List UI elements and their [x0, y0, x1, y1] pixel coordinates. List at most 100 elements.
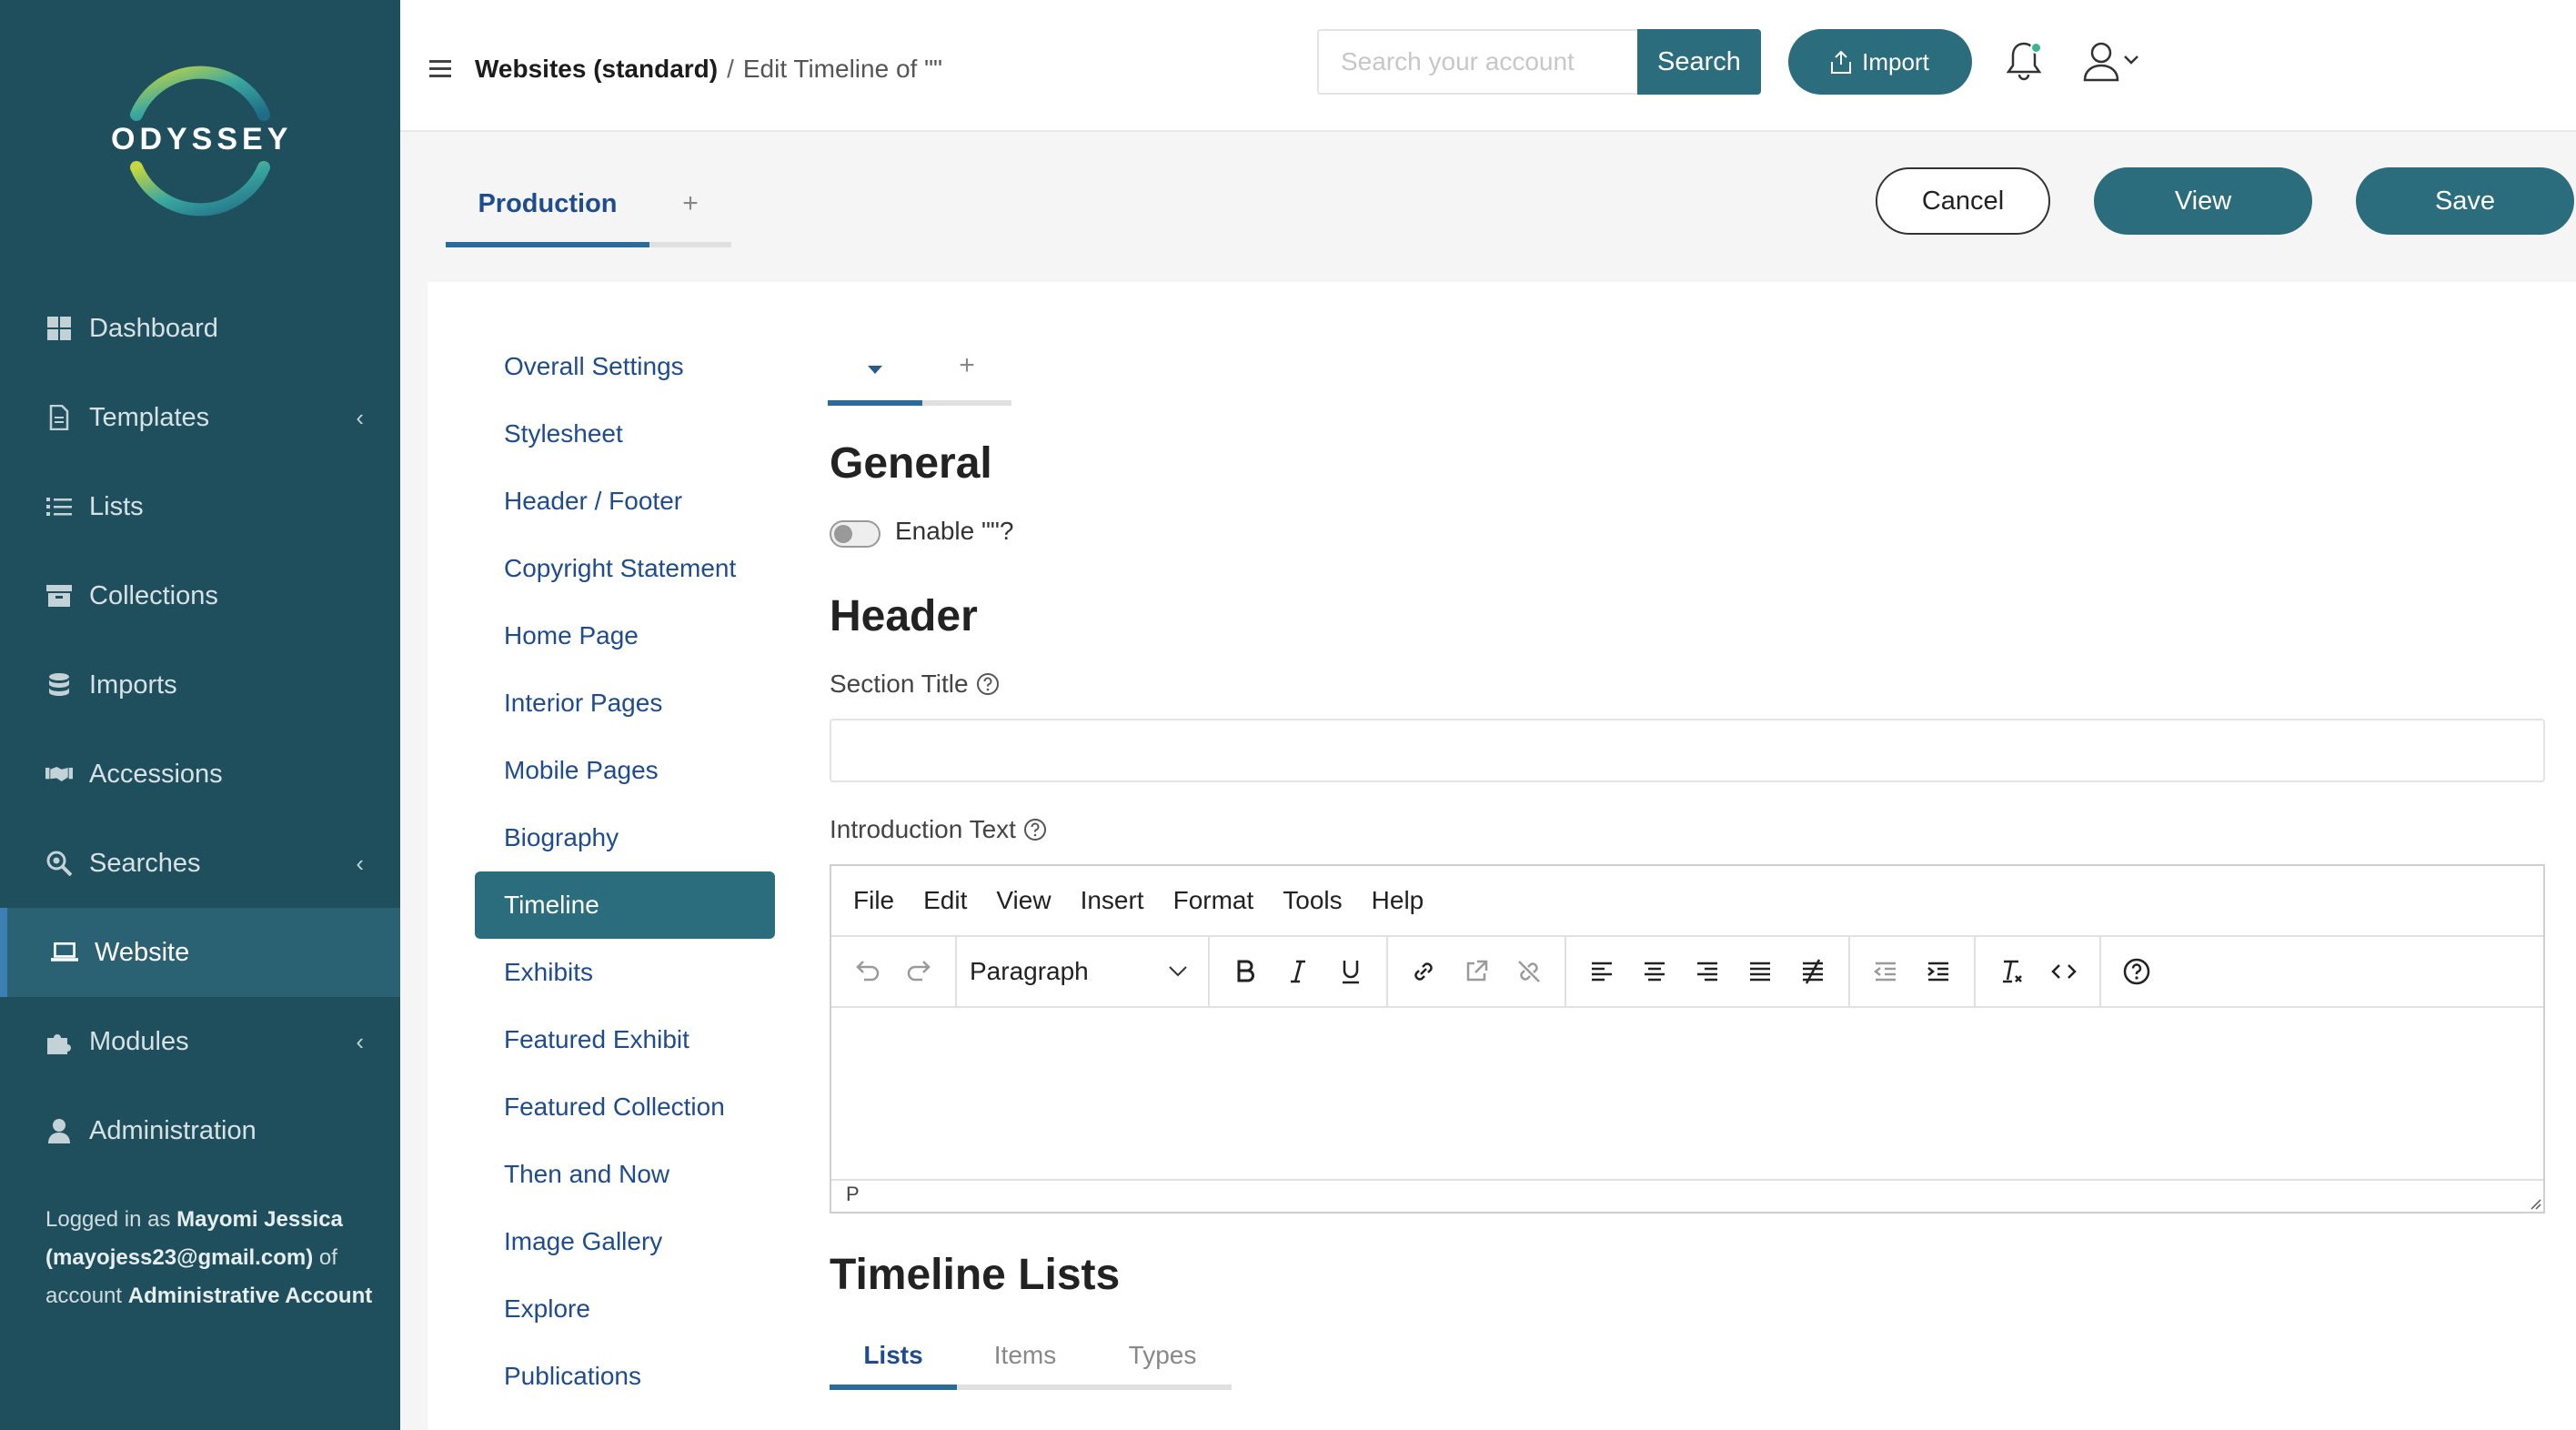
indent-button[interactable] — [1912, 945, 1965, 998]
undo-button[interactable] — [840, 945, 893, 998]
sidebar-item-label: Imports — [89, 670, 177, 700]
sidebar-item-searches[interactable]: Searches ‹ — [0, 819, 400, 908]
unlink-icon — [1518, 961, 1540, 982]
italic-icon — [1291, 960, 1305, 983]
rich-text-editor: File Edit View Insert Format Tools Help … — [830, 864, 2545, 1213]
resize-handle-icon[interactable] — [2527, 1195, 2541, 1210]
subnav-publications[interactable]: Publications — [475, 1343, 775, 1410]
menu-insert[interactable]: Insert — [1081, 886, 1144, 915]
tab-production[interactable]: Production — [446, 173, 649, 247]
block-format-value: Paragraph — [970, 957, 1089, 985]
sidebar-item-modules[interactable]: Modules ‹ — [0, 997, 400, 1086]
subnav-featured-collection[interactable]: Featured Collection — [475, 1073, 775, 1141]
menu-help[interactable]: Help — [1372, 886, 1424, 915]
breadcrumb-root[interactable]: Websites (standard) — [475, 55, 718, 83]
tab-lists[interactable]: Lists — [830, 1334, 957, 1390]
settings-subnav: Overall Settings Stylesheet Header / Foo… — [475, 333, 775, 1410]
import-button[interactable]: Import — [1788, 29, 1972, 95]
subnav-home-page[interactable]: Home Page — [475, 602, 775, 670]
element-path[interactable]: P — [846, 1183, 860, 1205]
enable-toggle[interactable] — [830, 520, 880, 548]
subnav-overall-settings[interactable]: Overall Settings — [475, 333, 775, 400]
source-code-button[interactable] — [2038, 945, 2090, 998]
user-menu-icon[interactable] — [2083, 40, 2141, 84]
subnav-interior-pages[interactable]: Interior Pages — [475, 670, 775, 737]
subnav-image-gallery[interactable]: Image Gallery — [475, 1208, 775, 1275]
underline-icon — [1343, 961, 1359, 984]
odyssey-logo[interactable]: ODYSSEY — [111, 51, 289, 229]
subnav-header-footer[interactable]: Header / Footer — [475, 468, 775, 535]
sidebar-item-lists[interactable]: Lists — [0, 462, 400, 551]
sidebar-item-website[interactable]: Website — [0, 908, 400, 997]
cancel-button[interactable]: Cancel — [1876, 167, 2050, 235]
underline-button[interactable] — [1324, 945, 1377, 998]
help-circle-icon[interactable] — [1023, 818, 1047, 841]
justify-button[interactable] — [1734, 945, 1786, 998]
sidebar-nav: Dashboard Templates ‹ Lists Collections — [0, 284, 400, 1175]
import-label: Import — [1862, 47, 1929, 76]
subnav-featured-exhibit[interactable]: Featured Exhibit — [475, 1006, 775, 1073]
external-link-icon — [1466, 960, 1488, 982]
subnav-then-and-now[interactable]: Then and Now — [475, 1141, 775, 1208]
menu-file[interactable]: File — [853, 886, 894, 915]
editor-help-button[interactable] — [2110, 945, 2163, 998]
align-right-icon — [1697, 962, 1717, 982]
save-button[interactable]: Save — [2356, 167, 2574, 235]
redo-button[interactable] — [893, 945, 946, 998]
sidebar-item-label: Administration — [89, 1115, 257, 1145]
open-link-button[interactable] — [1450, 945, 1503, 998]
clear-formatting-button[interactable] — [1985, 945, 2038, 998]
upload-icon — [1831, 50, 1852, 74]
format-tools-group — [1976, 936, 2101, 1007]
sidebar-item-dashboard[interactable]: Dashboard — [0, 284, 400, 373]
sidebar-item-label: Searches — [89, 848, 201, 878]
view-button[interactable]: View — [2094, 167, 2312, 235]
align-left-button[interactable] — [1575, 945, 1628, 998]
menu-edit[interactable]: Edit — [923, 886, 967, 915]
align-left-icon — [1592, 962, 1612, 982]
sidebar-item-accessions[interactable]: Accessions — [0, 730, 400, 819]
subnav-stylesheet[interactable]: Stylesheet — [475, 400, 775, 468]
menu-format[interactable]: Format — [1173, 886, 1254, 915]
header-heading: Header — [830, 592, 978, 640]
bold-icon — [1237, 960, 1254, 982]
subnav-timeline[interactable]: Timeline — [475, 871, 775, 939]
sidebar-item-templates[interactable]: Templates ‹ — [0, 373, 400, 462]
logged-in-account: Administrative Account — [127, 1284, 373, 1308]
align-justify-icon — [1750, 962, 1770, 982]
unlink-button[interactable] — [1503, 945, 1555, 998]
subnav-exhibits[interactable]: Exhibits — [475, 939, 775, 1006]
tab-dropdown[interactable] — [828, 340, 922, 406]
outdent-button[interactable] — [1859, 945, 1912, 998]
align-center-button[interactable] — [1628, 945, 1681, 998]
editor-menubar: File Edit View Insert Format Tools Help — [831, 866, 2543, 937]
sidebar-item-imports[interactable]: Imports — [0, 640, 400, 730]
subnav-mobile-pages[interactable]: Mobile Pages — [475, 737, 775, 804]
subnav-biography[interactable]: Biography — [475, 804, 775, 871]
subnav-copyright-statement[interactable]: Copyright Statement — [475, 535, 775, 602]
tab-types[interactable]: Types — [1093, 1334, 1232, 1390]
help-circle-icon[interactable] — [976, 672, 1000, 696]
search-input[interactable] — [1317, 29, 1637, 95]
tab-add[interactable]: + — [922, 340, 1011, 406]
section-title-input[interactable] — [830, 719, 2545, 782]
bold-button[interactable] — [1219, 945, 1272, 998]
italic-button[interactable] — [1272, 945, 1324, 998]
editor-content-area[interactable] — [831, 1008, 2543, 1181]
sidebar-item-collections[interactable]: Collections — [0, 551, 400, 640]
menu-view[interactable]: View — [996, 886, 1051, 915]
strikethrough-lines-button[interactable] — [1786, 945, 1839, 998]
caret-down-icon — [868, 366, 882, 374]
tab-items[interactable]: Items — [957, 1334, 1093, 1390]
align-right-button[interactable] — [1681, 945, 1734, 998]
tab-add[interactable]: + — [649, 173, 731, 247]
subnav-explore[interactable]: Explore — [475, 1275, 775, 1343]
search-button[interactable]: Search — [1637, 29, 1761, 95]
menu-tools[interactable]: Tools — [1283, 886, 1342, 915]
section-title-label: Section Title — [830, 670, 1000, 699]
insert-link-button[interactable] — [1397, 945, 1450, 998]
sidebar-item-administration[interactable]: Administration — [0, 1086, 400, 1175]
hamburger-menu-icon[interactable] — [429, 60, 451, 78]
outdent-icon — [1873, 962, 1896, 982]
block-format-select[interactable]: Paragraph — [957, 936, 1210, 1007]
